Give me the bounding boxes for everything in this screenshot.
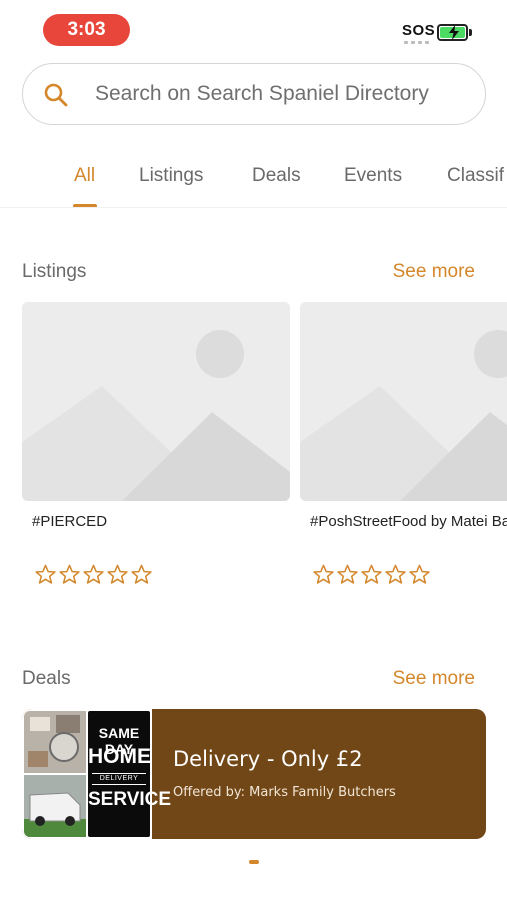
search-icon bbox=[44, 83, 68, 107]
rating-stars bbox=[312, 563, 431, 586]
carousel-indicator bbox=[249, 860, 259, 864]
star-outline-icon bbox=[35, 564, 56, 584]
star-outline-icon bbox=[361, 564, 382, 584]
deals-section-title: Deals bbox=[22, 668, 71, 689]
star-outline-icon bbox=[385, 564, 406, 584]
listing-card[interactable]: #PoshStreetFood by Matei Baran bbox=[300, 302, 507, 592]
tab-listings[interactable]: Listings bbox=[139, 165, 203, 187]
star-outline-icon bbox=[337, 564, 358, 584]
listing-card[interactable]: #PIERCED bbox=[22, 302, 290, 592]
signal-dots bbox=[404, 41, 432, 44]
status-time: 3:03 bbox=[43, 14, 130, 46]
deals-see-more-link[interactable]: See more bbox=[393, 668, 475, 690]
battery-charging-icon bbox=[437, 24, 468, 41]
star-outline-icon bbox=[59, 564, 80, 584]
status-bar: 3:03 SOS bbox=[0, 0, 507, 60]
listings-see-more-link[interactable]: See more bbox=[393, 261, 475, 283]
deal-title: Delivery - Only £2 bbox=[173, 747, 363, 771]
delivery-van-photo bbox=[24, 775, 86, 837]
star-outline-icon bbox=[107, 564, 128, 584]
tab-deals[interactable]: Deals bbox=[252, 165, 301, 187]
tab-all[interactable]: All bbox=[74, 165, 95, 187]
deal-image: SAME DAY HOME DELIVERY SERVICE bbox=[22, 709, 171, 839]
battery-cap bbox=[469, 29, 472, 36]
category-tabs: All Listings Deals Events Classif bbox=[0, 150, 507, 208]
tab-events[interactable]: Events bbox=[344, 165, 402, 187]
placeholder-image-icon bbox=[22, 302, 290, 501]
sos-indicator: SOS bbox=[402, 22, 436, 39]
shop-photo bbox=[24, 711, 86, 773]
star-outline-icon bbox=[83, 564, 104, 584]
search-input[interactable] bbox=[95, 64, 475, 123]
listing-name: #PoshStreetFood by Matei Baran bbox=[310, 513, 507, 530]
same-day-delivery-sign: SAME DAY HOME DELIVERY SERVICE bbox=[88, 711, 171, 837]
listings-section-title: Listings bbox=[22, 261, 87, 282]
star-outline-icon bbox=[409, 564, 430, 584]
search-bar[interactable] bbox=[22, 63, 486, 125]
listing-name: #PIERCED bbox=[32, 513, 108, 530]
tab-classifieds[interactable]: Classif bbox=[447, 165, 504, 187]
rating-stars bbox=[34, 563, 153, 586]
star-outline-icon bbox=[313, 564, 334, 584]
deal-offered-by: Offered by: Marks Family Butchers bbox=[173, 785, 396, 800]
placeholder-image-icon bbox=[300, 302, 507, 501]
active-tab-indicator bbox=[73, 204, 97, 207]
deal-card[interactable]: SAME DAY HOME DELIVERY SERVICE Delivery … bbox=[22, 709, 486, 839]
star-outline-icon bbox=[131, 564, 152, 584]
